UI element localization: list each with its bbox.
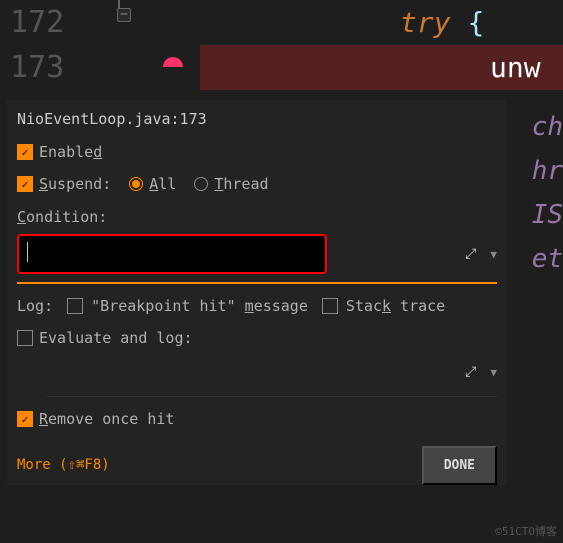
code-fragment: ch hr IS et	[532, 105, 563, 281]
evaluate-checkbox[interactable]	[17, 330, 33, 346]
remove-once-hit-checkbox[interactable]	[17, 411, 33, 427]
suspend-label: Suspend:	[39, 175, 111, 193]
code-text: unw	[490, 51, 541, 84]
suspend-thread-radio[interactable]	[194, 177, 208, 191]
condition-label: Condition:	[17, 208, 497, 226]
code-editor: 172 − try { 173 unw	[0, 0, 563, 100]
text-cursor	[27, 242, 28, 262]
line-number: 173	[0, 50, 115, 85]
popup-title: NioEventLoop.java:173	[17, 110, 497, 128]
evaluate-label: Evaluate and log:	[39, 329, 193, 347]
keyword: try	[400, 6, 451, 39]
remove-once-hit-label: Remove once hit	[39, 410, 174, 428]
condition-input[interactable]	[17, 234, 327, 274]
suspend-checkbox[interactable]	[17, 176, 33, 192]
divider	[17, 282, 497, 284]
fold-handle-icon[interactable]: −	[117, 8, 131, 22]
divider	[47, 396, 497, 397]
bp-hit-checkbox[interactable]	[67, 298, 83, 314]
chevron-down-icon[interactable]: ▼	[490, 366, 497, 379]
done-button[interactable]: DONE	[422, 446, 497, 485]
chevron-down-icon[interactable]: ▼	[490, 248, 497, 261]
code-line: 173 unw	[0, 45, 563, 90]
breakpoint-icon[interactable]	[163, 57, 183, 77]
more-link[interactable]: More (⇧⌘F8)	[17, 457, 110, 473]
stack-trace-checkbox[interactable]	[322, 298, 338, 314]
enabled-label: Enabled	[39, 143, 102, 161]
bp-hit-label: "Breakpoint hit" message	[91, 297, 308, 315]
enabled-checkbox[interactable]	[17, 144, 33, 160]
suspend-all-label: All	[149, 175, 176, 193]
line-number: 172	[0, 5, 115, 40]
log-label: Log:	[17, 297, 53, 315]
expand-icon[interactable]: ⤢	[465, 246, 476, 262]
stack-trace-label: Stack trace	[346, 297, 445, 315]
code-line: 172 − try {	[0, 0, 563, 45]
watermark: ©51CTO博客	[495, 523, 557, 539]
expand-icon[interactable]: ⤢	[465, 364, 476, 380]
suspend-thread-label: Thread	[214, 175, 268, 193]
suspend-all-radio[interactable]	[129, 177, 143, 191]
breakpoint-popup: NioEventLoop.java:173 Enabled Suspend: A…	[7, 100, 507, 485]
brace: {	[467, 6, 484, 39]
